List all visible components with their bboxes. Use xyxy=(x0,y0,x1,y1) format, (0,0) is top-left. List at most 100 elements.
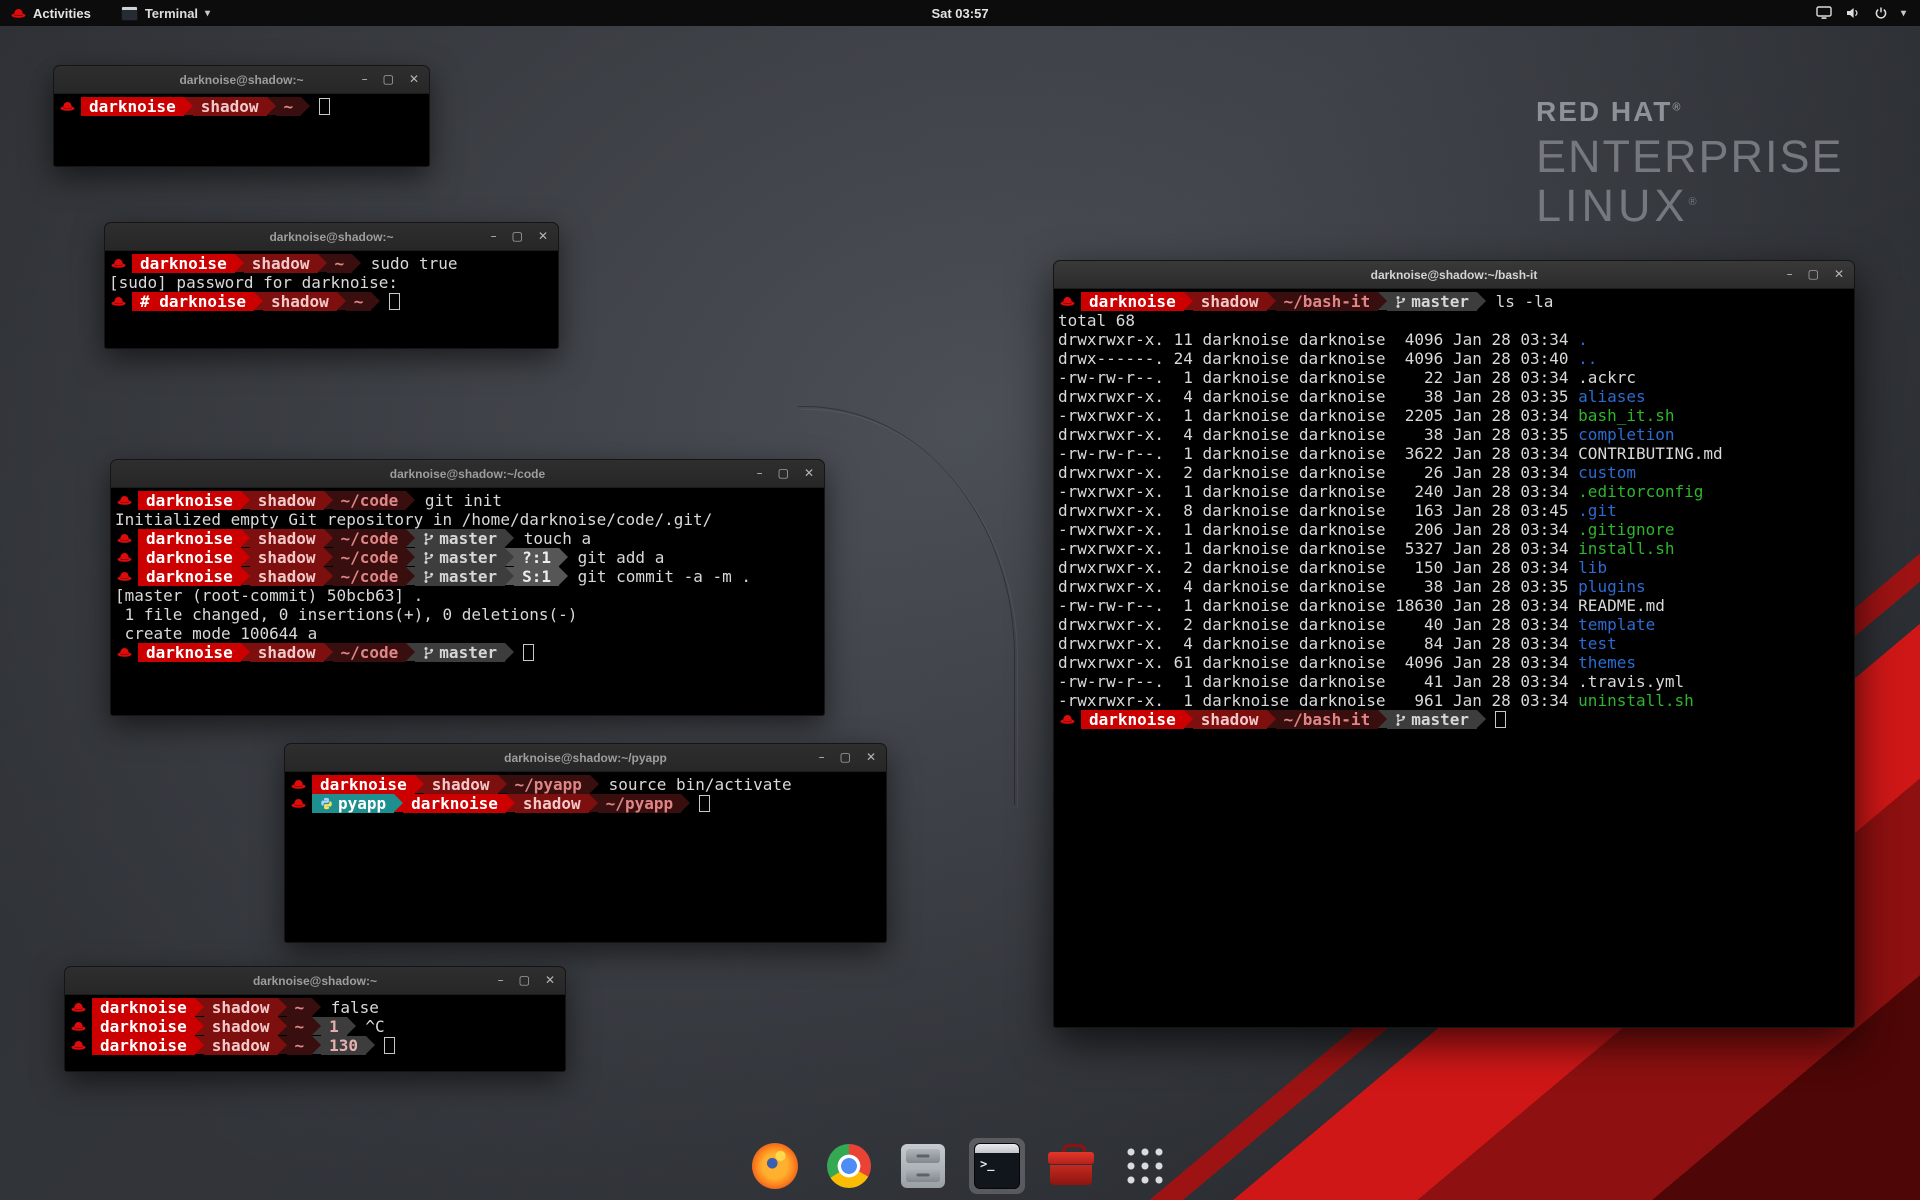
window-maximize-button[interactable]: ▢ xyxy=(778,460,789,487)
window-maximize-button[interactable]: ▢ xyxy=(840,744,851,771)
window-close-button[interactable]: ✕ xyxy=(538,223,548,250)
prompt-line: darknoiseshadow~/pyapp source bin/activa… xyxy=(289,775,884,794)
window-minimize-button[interactable]: – xyxy=(757,460,763,487)
window-maximize-button[interactable]: ▢ xyxy=(512,223,523,250)
dock-item-chrome[interactable] xyxy=(821,1138,877,1194)
terminal-body[interactable]: darknoiseshadow~ xyxy=(54,94,429,116)
window-maximize-button[interactable]: ▢ xyxy=(1808,261,1819,288)
toolbox-body xyxy=(1050,1165,1092,1185)
output-line: -rwxrwxr-x. 1 darknoise darknoise 2205 J… xyxy=(1058,406,1852,425)
screen-icon[interactable] xyxy=(1816,6,1832,20)
prompt-segment-user: darknoise xyxy=(138,529,241,548)
window-minimize-button[interactable]: – xyxy=(498,967,504,994)
window-close-button[interactable]: ✕ xyxy=(804,460,814,487)
file-name: install.sh xyxy=(1578,539,1674,558)
clock[interactable]: Sat 03:57 xyxy=(0,6,1920,21)
powerline-arrow xyxy=(241,548,250,566)
terminal-cursor xyxy=(384,1037,395,1054)
system-tray: ▾ xyxy=(1816,6,1920,20)
prompt-segment-path: ~ xyxy=(287,1036,313,1055)
terminal-body[interactable]: darknoiseshadow~ sudo true[sudo] passwor… xyxy=(105,251,558,311)
prompt-segment-host: shadow xyxy=(193,97,267,116)
window-maximize-button[interactable]: ▢ xyxy=(519,967,530,994)
powerline-arrow xyxy=(498,775,507,793)
output-line: [sudo] password for darknoise: xyxy=(109,273,556,292)
redhat-icon xyxy=(71,1017,86,1036)
dock-item-apps[interactable] xyxy=(1117,1138,1173,1194)
terminal-window-6[interactable]: darknoise@shadow:~/bash-it–▢✕darknoisesh… xyxy=(1053,260,1855,1028)
terminal-text: drwxrwxr-x. 2 darknoise darknoise 150 Ja… xyxy=(1058,558,1578,577)
dock-item-firefox[interactable] xyxy=(747,1138,803,1194)
terminal-text: drwxrwxr-x. 2 darknoise darknoise 40 Jan… xyxy=(1058,615,1578,634)
redhat-icon xyxy=(71,1036,86,1055)
chevron-down-icon[interactable]: ▾ xyxy=(1901,8,1906,19)
terminal-text: -rwxrwxr-x. 1 darknoise darknoise 961 Ja… xyxy=(1058,691,1578,710)
terminal-body[interactable]: darknoiseshadow~/code git initInitialize… xyxy=(111,488,824,662)
volume-icon[interactable] xyxy=(1845,6,1861,20)
powerline-arrow xyxy=(318,254,327,272)
terminal-window-1[interactable]: darknoise@shadow:~–▢✕darknoiseshadow~ xyxy=(53,65,430,167)
power-icon[interactable] xyxy=(1874,6,1888,20)
output-line: -rwxrwxr-x. 1 darknoise darknoise 961 Ja… xyxy=(1058,691,1852,710)
prompt-segment-user: darknoise xyxy=(1081,292,1184,311)
window-minimize-button[interactable]: – xyxy=(362,66,368,93)
window-close-button[interactable]: ✕ xyxy=(866,744,876,771)
terminal-window-5[interactable]: darknoise@shadow:~–▢✕darknoiseshadow~ fa… xyxy=(64,966,566,1072)
window-titlebar[interactable]: darknoise@shadow:~/pyapp–▢✕ xyxy=(285,744,886,772)
powerline-arrow xyxy=(406,567,415,585)
window-close-button[interactable]: ✕ xyxy=(409,66,419,93)
output-line: drwxrwxr-x. 2 darknoise darknoise 40 Jan… xyxy=(1058,615,1852,634)
window-titlebar[interactable]: darknoise@shadow:~–▢✕ xyxy=(54,66,429,94)
redhat-icon xyxy=(291,794,306,813)
prompt-segment-host: shadow xyxy=(204,1017,278,1036)
window-minimize-button[interactable]: – xyxy=(491,223,497,250)
window-close-button[interactable]: ✕ xyxy=(545,967,555,994)
prompt-segment-host: shadow xyxy=(250,548,324,567)
powerline-arrow xyxy=(241,643,250,661)
file-name: .git xyxy=(1578,501,1617,520)
prompt-line: darknoiseshadow~ sudo true xyxy=(109,254,556,273)
redhat-icon xyxy=(291,775,306,794)
terminal-window-4[interactable]: darknoise@shadow:~/pyapp–▢✕darknoiseshad… xyxy=(284,743,887,943)
window-minimize-button[interactable]: – xyxy=(819,744,825,771)
powerline-arrow xyxy=(278,1017,287,1035)
terminal-text: -rw-rw-r--. 1 darknoise darknoise 41 Jan… xyxy=(1058,672,1684,691)
terminal-window-2[interactable]: darknoise@shadow:~–▢✕darknoiseshadow~ su… xyxy=(104,222,559,349)
window-minimize-button[interactable]: – xyxy=(1787,261,1793,288)
terminal-cursor xyxy=(389,293,400,310)
window-maximize-button[interactable]: ▢ xyxy=(383,66,394,93)
powerline-arrow xyxy=(235,254,244,272)
file-name: template xyxy=(1578,615,1655,634)
python-icon xyxy=(320,797,333,810)
toolbox-icon xyxy=(1048,1144,1094,1188)
prompt-segment-path: ~ xyxy=(346,292,372,311)
window-titlebar[interactable]: darknoise@shadow:~/code–▢✕ xyxy=(111,460,824,488)
terminal-text: -rw-rw-r--. 1 darknoise darknoise 18630 … xyxy=(1058,596,1665,615)
terminal-body[interactable]: darknoiseshadow~/bash-itmaster ls -latot… xyxy=(1054,289,1854,729)
terminal-window-3[interactable]: darknoise@shadow:~/code–▢✕darknoiseshado… xyxy=(110,459,825,716)
prompt-segment-host: shadow xyxy=(263,292,337,311)
window-controls: –▢ ✕ xyxy=(498,967,565,994)
window-close-button[interactable]: ✕ xyxy=(1834,261,1844,288)
prompt-segment-git: master xyxy=(415,529,505,548)
dock-item-toolbox[interactable] xyxy=(1043,1138,1099,1194)
window-titlebar[interactable]: darknoise@shadow:~–▢✕ xyxy=(105,223,558,251)
terminal-text: drwxrwxr-x. 4 darknoise darknoise 38 Jan… xyxy=(1058,387,1578,406)
output-line: -rwxrwxr-x. 1 darknoise darknoise 240 Ja… xyxy=(1058,482,1852,501)
dock-item-files[interactable] xyxy=(895,1138,951,1194)
window-titlebar[interactable]: darknoise@shadow:~/bash-it–▢✕ xyxy=(1054,261,1854,289)
file-name: .gitignore xyxy=(1578,520,1674,539)
terminal-body[interactable]: darknoiseshadow~ falsedarknoiseshadow~1 … xyxy=(65,995,565,1055)
terminal-text: ^C xyxy=(356,1017,385,1036)
powerline-arrow xyxy=(415,775,424,793)
dock-item-terminal[interactable]: >_ xyxy=(969,1138,1025,1194)
apps-icon xyxy=(1124,1145,1166,1187)
terminal-text: git add a xyxy=(568,548,664,567)
window-titlebar[interactable]: darknoise@shadow:~–▢✕ xyxy=(65,967,565,995)
terminal-body[interactable]: darknoiseshadow~/pyapp source bin/activa… xyxy=(285,772,886,813)
terminal-text: git init xyxy=(415,491,502,510)
terminal-text: -rw-rw-r--. 1 darknoise darknoise 22 Jan… xyxy=(1058,368,1636,387)
file-name: bash_it.sh xyxy=(1578,406,1674,425)
prompt-line: darknoiseshadow~/codemasterS:1 git commi… xyxy=(115,567,822,586)
powerline-arrow xyxy=(406,643,415,661)
